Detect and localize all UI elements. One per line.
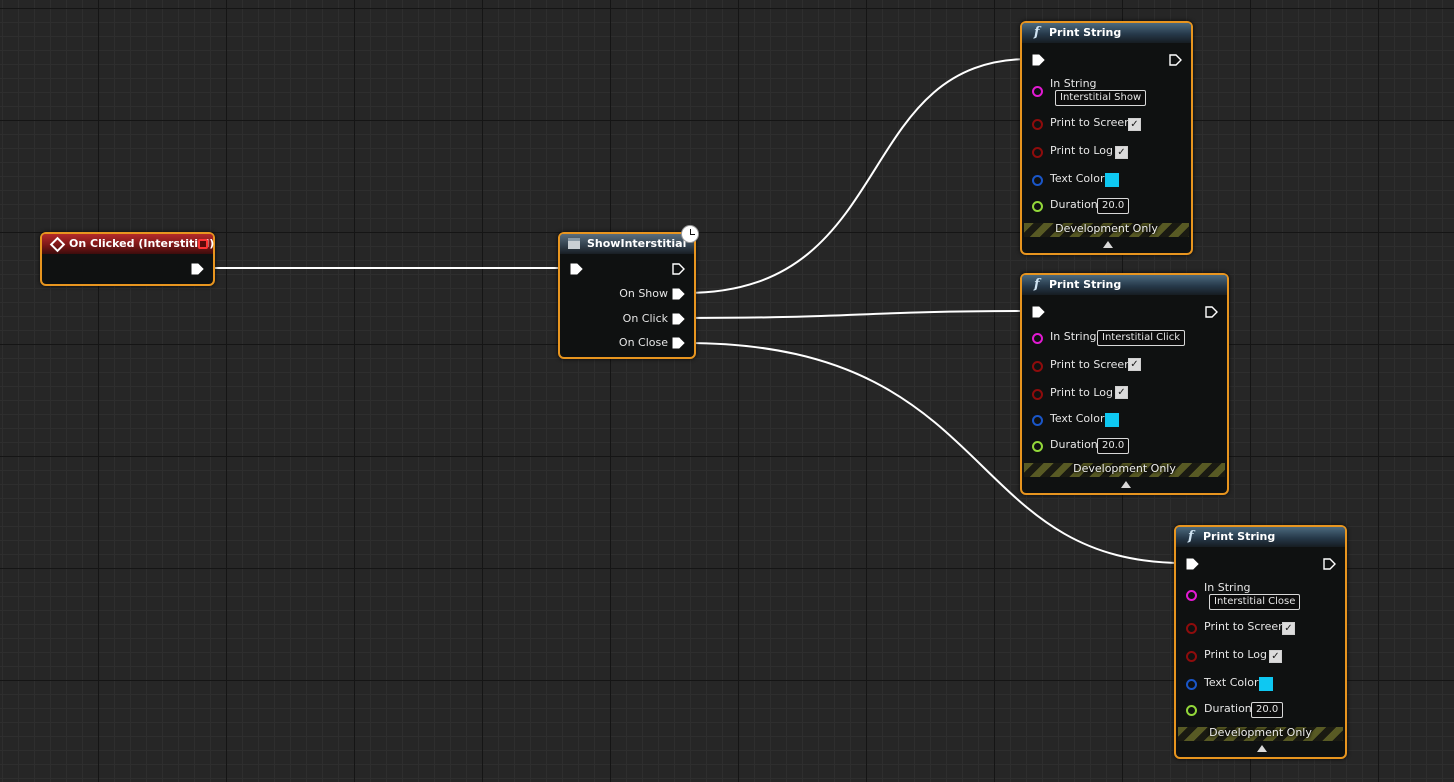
function-library-icon	[568, 238, 580, 249]
output-label-on-close: On Close	[618, 336, 668, 349]
print-string-header: f Print String	[1022, 275, 1227, 295]
function-icon: f	[1034, 25, 1040, 40]
text-color-swatch[interactable]	[1105, 413, 1119, 427]
in-string-input[interactable]: Interstitial Click	[1097, 330, 1185, 346]
development-only-bar: Development Only	[1178, 726, 1343, 741]
print-string-node[interactable]: f Print String In String Interstitial Cl…	[1020, 273, 1229, 495]
exec-out-pin[interactable]	[191, 263, 205, 275]
development-only-label: Development Only	[1055, 222, 1158, 235]
exec-out-pin-on-click[interactable]	[672, 313, 686, 325]
function-icon: f	[1188, 529, 1194, 544]
development-only-label: Development Only	[1073, 462, 1176, 475]
print-to-log-label: Print to Log	[1050, 386, 1113, 399]
exec-out-pin-on-show[interactable]	[672, 288, 686, 300]
collapse-arrow-icon[interactable]	[1121, 481, 1131, 488]
exec-then-pin[interactable]	[672, 263, 686, 275]
print-string-header: f Print String	[1022, 23, 1191, 43]
duration-pin[interactable]	[1032, 201, 1043, 212]
print-to-screen-checkbox[interactable]: ✓	[1282, 622, 1295, 635]
exec-out-pin[interactable]	[1323, 558, 1337, 570]
event-node-header: On Clicked (Interstitial)	[42, 234, 215, 254]
blueprint-graph-canvas[interactable]: On Clicked (Interstitial) ShowInterstiti…	[0, 0, 1454, 782]
duration-pin[interactable]	[1186, 705, 1197, 716]
print-to-log-checkbox[interactable]: ✓	[1115, 146, 1128, 159]
collapse-arrow-icon[interactable]	[1257, 745, 1267, 752]
exec-in-pin[interactable]	[1032, 306, 1046, 318]
in-string-pin[interactable]	[1032, 86, 1043, 97]
development-only-label: Development Only	[1209, 726, 1312, 739]
print-string-node[interactable]: f Print String In String Interstitial Sh…	[1020, 21, 1193, 255]
exec-wire-onclick-to-print2[interactable]	[685, 310, 1031, 319]
print-to-log-checkbox[interactable]: ✓	[1115, 386, 1128, 399]
exec-in-pin[interactable]	[1186, 558, 1200, 570]
print-to-screen-checkbox[interactable]: ✓	[1128, 358, 1141, 371]
print-to-screen-label: Print to Screen	[1050, 358, 1132, 371]
duration-label: Duration	[1050, 198, 1098, 211]
print-to-screen-pin[interactable]	[1186, 623, 1197, 634]
print-to-screen-label: Print to Screen	[1204, 620, 1286, 633]
print-string-header: f Print String	[1176, 527, 1345, 547]
print-to-log-checkbox[interactable]: ✓	[1269, 650, 1282, 663]
in-string-input[interactable]: Interstitial Close	[1209, 594, 1301, 610]
print-string-node[interactable]: f Print String In String Interstitial Cl…	[1174, 525, 1347, 759]
text-color-swatch[interactable]	[1105, 173, 1119, 187]
duration-label: Duration	[1050, 438, 1098, 451]
in-string-label: In String	[1050, 330, 1097, 343]
exec-in-pin[interactable]	[570, 263, 584, 275]
print-to-screen-label: Print to Screen	[1050, 116, 1132, 129]
text-color-label: Text Color	[1050, 172, 1105, 185]
print-to-screen-pin[interactable]	[1032, 361, 1043, 372]
text-color-label: Text Color	[1050, 412, 1105, 425]
in-string-label: In String	[1204, 581, 1251, 594]
collapse-arrow-icon[interactable]	[1103, 241, 1113, 248]
duration-input[interactable]: 20.0	[1097, 438, 1130, 454]
print-to-log-label: Print to Log	[1050, 144, 1113, 157]
duration-pin[interactable]	[1032, 441, 1043, 452]
function-icon: f	[1034, 277, 1040, 292]
print-to-log-pin[interactable]	[1032, 389, 1043, 400]
duration-label: Duration	[1204, 702, 1252, 715]
text-color-pin[interactable]	[1032, 175, 1043, 186]
event-node-title: On Clicked (Interstitial)	[69, 237, 215, 250]
duration-input[interactable]: 20.0	[1097, 198, 1130, 214]
show-interstitial-title: ShowInterstitial	[587, 237, 687, 250]
text-color-pin[interactable]	[1032, 415, 1043, 426]
text-color-pin[interactable]	[1186, 679, 1197, 690]
exec-wire-onshow-to-print1[interactable]	[685, 58, 1031, 294]
exec-in-pin[interactable]	[1032, 54, 1046, 66]
in-string-label: In String	[1050, 77, 1097, 90]
print-string-title: Print String	[1049, 26, 1122, 39]
print-string-title: Print String	[1049, 278, 1122, 291]
show-interstitial-node[interactable]: ShowInterstitial On Show On Click On Clo…	[558, 232, 696, 359]
duration-input[interactable]: 20.0	[1251, 702, 1284, 718]
delegate-pin-icon[interactable]	[198, 239, 208, 249]
exec-out-pin[interactable]	[1205, 306, 1219, 318]
print-to-screen-checkbox[interactable]: ✓	[1128, 118, 1141, 131]
in-string-pin[interactable]	[1032, 333, 1043, 344]
show-interstitial-header: ShowInterstitial	[560, 234, 694, 254]
event-node-on-clicked[interactable]: On Clicked (Interstitial)	[40, 232, 215, 286]
in-string-input[interactable]: Interstitial Show	[1055, 90, 1147, 106]
development-only-bar: Development Only	[1024, 222, 1189, 237]
output-label-on-show: On Show	[619, 287, 668, 300]
latent-clock-icon	[681, 225, 699, 243]
print-to-log-label: Print to Log	[1204, 648, 1267, 661]
development-only-bar: Development Only	[1024, 462, 1225, 477]
exec-out-pin-on-close[interactable]	[672, 337, 686, 349]
event-diamond-icon	[49, 236, 66, 253]
text-color-swatch[interactable]	[1259, 677, 1273, 691]
text-color-label: Text Color	[1204, 676, 1259, 689]
print-to-log-pin[interactable]	[1032, 147, 1043, 158]
print-to-log-pin[interactable]	[1186, 651, 1197, 662]
exec-out-pin[interactable]	[1169, 54, 1183, 66]
print-string-title: Print String	[1203, 530, 1276, 543]
print-to-screen-pin[interactable]	[1032, 119, 1043, 130]
in-string-pin[interactable]	[1186, 590, 1197, 601]
output-label-on-click: On Click	[622, 312, 668, 325]
